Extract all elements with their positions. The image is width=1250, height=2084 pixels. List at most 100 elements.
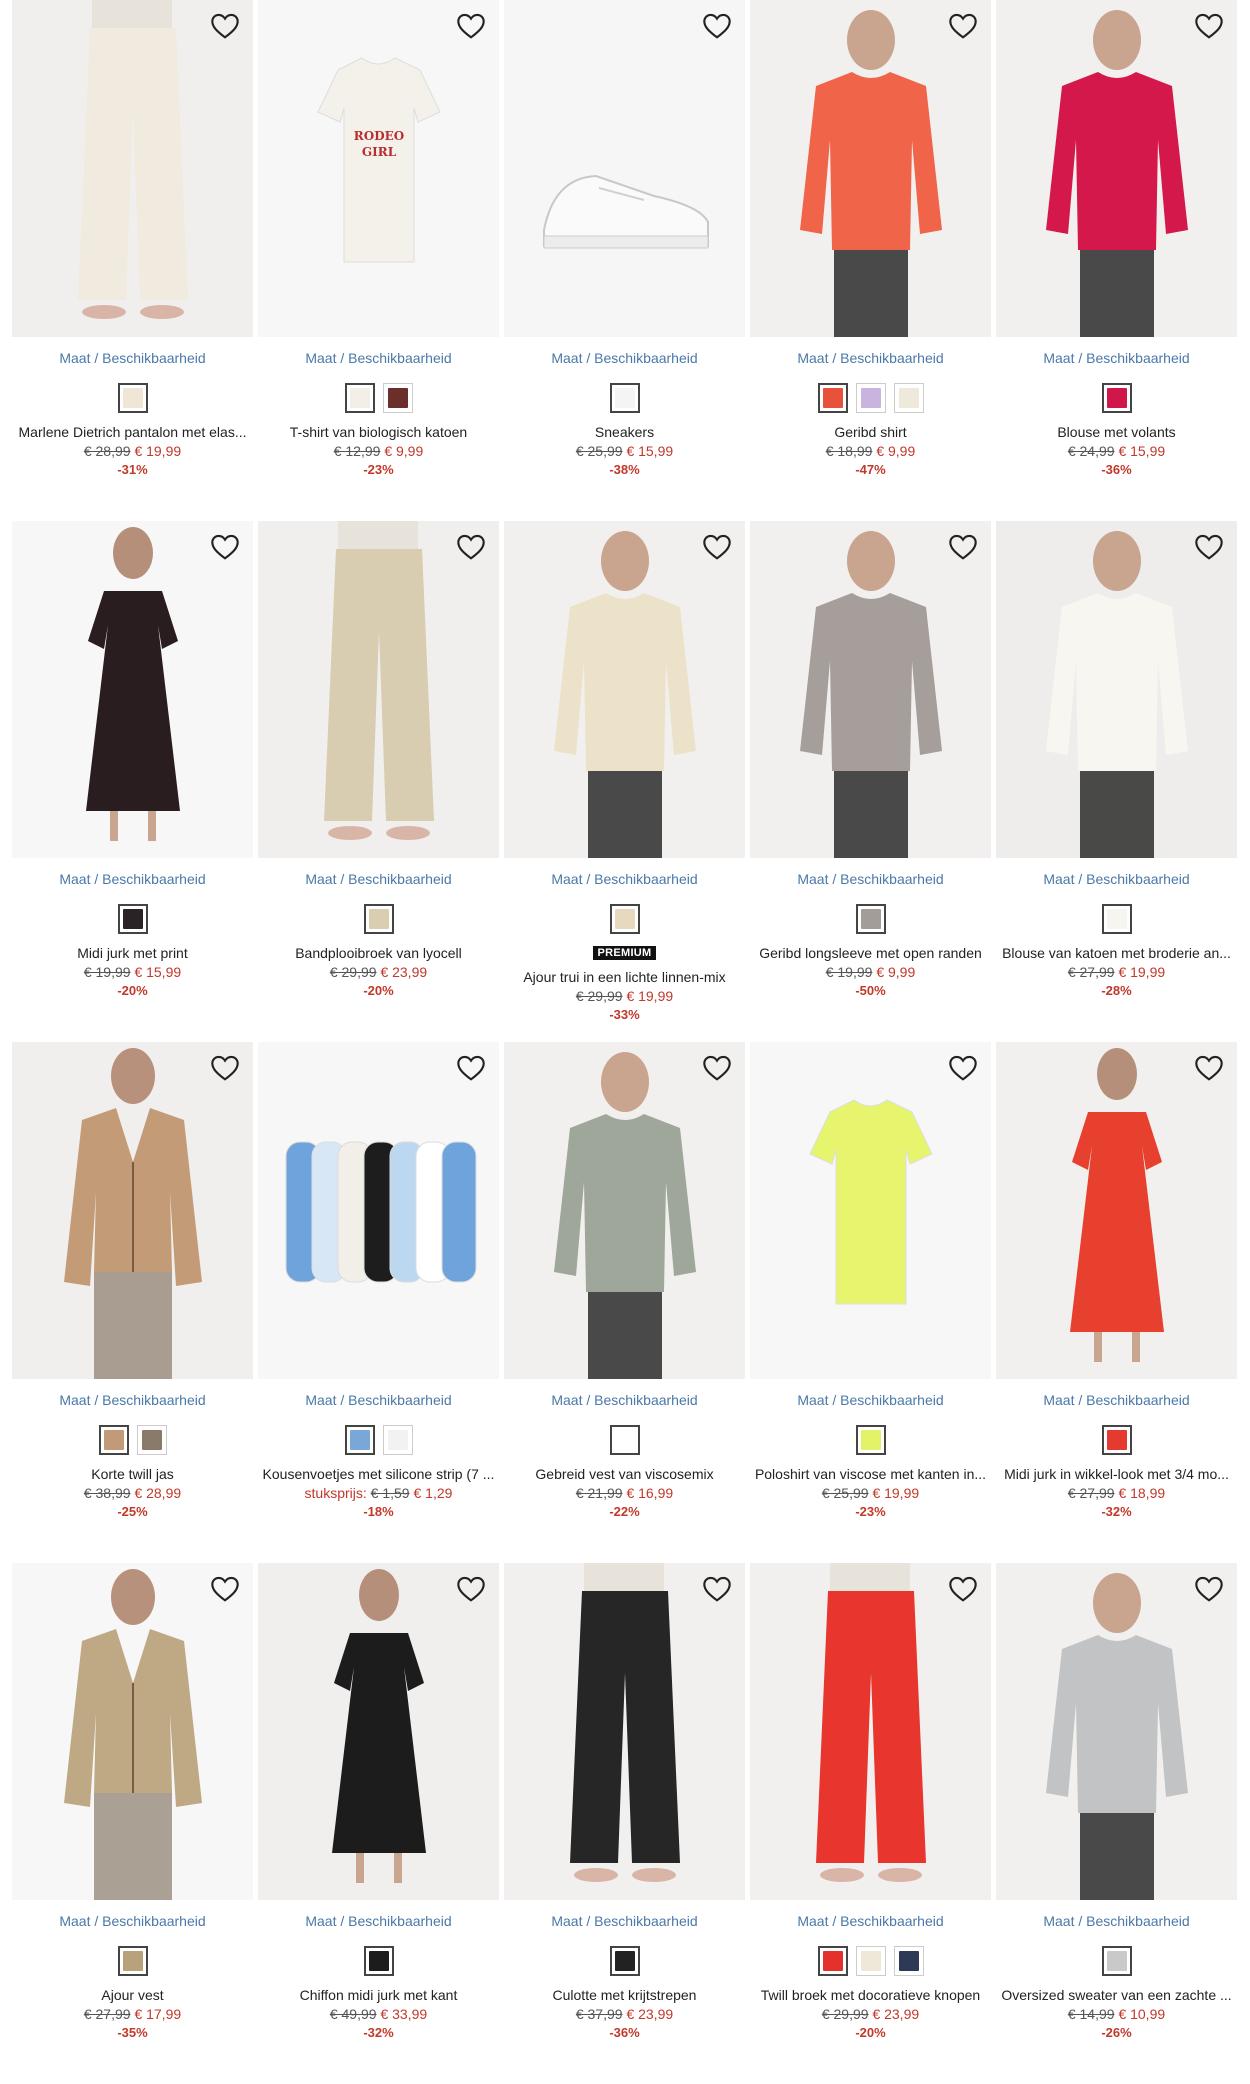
product-title[interactable]: Ajour vest <box>12 1986 253 2004</box>
product-title[interactable]: Korte twill jas <box>12 1465 253 1483</box>
product-title[interactable]: Poloshirt van viscose met kanten in... <box>750 1465 991 1483</box>
color-swatch[interactable] <box>382 383 413 413</box>
product-image[interactable] <box>996 1042 1237 1379</box>
wishlist-heart-icon[interactable] <box>701 1573 733 1605</box>
color-swatch[interactable] <box>609 904 640 934</box>
color-swatch[interactable] <box>855 1946 886 1976</box>
product-card[interactable]: Maat / Beschikbaarheid Marlene Dietrich p… <box>12 0 253 521</box>
wishlist-heart-icon[interactable] <box>1193 1573 1225 1605</box>
product-image[interactable] <box>996 521 1237 858</box>
product-title[interactable]: Geribd shirt <box>750 423 991 441</box>
product-title[interactable]: Sneakers <box>504 423 745 441</box>
size-availability-link[interactable]: Maat / Beschikbaarheid <box>258 870 499 888</box>
product-title[interactable]: Gebreid vest van viscosemix <box>504 1465 745 1483</box>
wishlist-heart-icon[interactable] <box>701 10 733 42</box>
product-image[interactable] <box>750 1042 991 1379</box>
wishlist-heart-icon[interactable] <box>701 531 733 563</box>
size-availability-link[interactable]: Maat / Beschikbaarheid <box>750 1912 991 1930</box>
color-swatch[interactable] <box>1101 1425 1132 1455</box>
product-card[interactable]: RODEO GIRL Maat / Beschikbaarheid T-shirt v… <box>258 0 499 521</box>
size-availability-link[interactable]: Maat / Beschikbaarheid <box>258 1391 499 1409</box>
product-title[interactable]: Marlene Dietrich pantalon met elas... <box>12 423 253 441</box>
product-image[interactable] <box>12 0 253 337</box>
product-card[interactable]: Maat / Beschikbaarheid Chiffon midi jurk … <box>258 1563 499 2084</box>
product-image[interactable] <box>996 1563 1237 1900</box>
size-availability-link[interactable]: Maat / Beschikbaarheid <box>12 349 253 367</box>
size-availability-link[interactable]: Maat / Beschikbaarheid <box>996 870 1237 888</box>
product-image[interactable] <box>258 1563 499 1900</box>
size-availability-link[interactable]: Maat / Beschikbaarheid <box>996 1391 1237 1409</box>
product-image[interactable] <box>750 1563 991 1900</box>
size-availability-link[interactable]: Maat / Beschikbaarheid <box>12 1391 253 1409</box>
product-title[interactable]: Blouse van katoen met broderie an... <box>996 944 1237 962</box>
product-card[interactable]: Maat / Beschikbaarheid Geribd shirt € 18,9… <box>750 0 991 521</box>
wishlist-heart-icon[interactable] <box>947 10 979 42</box>
product-title[interactable]: Ajour trui in een lichte linnen-mix <box>504 968 745 986</box>
product-title[interactable]: Kousenvoetjes met silicone strip (7 ... <box>258 1465 499 1483</box>
product-card[interactable]: Maat / Beschikbaarheid PREMIUM Ajour trui … <box>504 521 745 1042</box>
wishlist-heart-icon[interactable] <box>947 1052 979 1084</box>
color-swatch[interactable] <box>855 904 886 934</box>
wishlist-heart-icon[interactable] <box>947 531 979 563</box>
color-swatch[interactable] <box>893 1946 924 1976</box>
wishlist-heart-icon[interactable] <box>455 1573 487 1605</box>
product-title[interactable]: Twill broek met docoratieve knopen <box>750 1986 991 2004</box>
product-image[interactable] <box>996 0 1237 337</box>
color-swatch[interactable] <box>855 383 886 413</box>
color-swatch[interactable] <box>1101 904 1132 934</box>
color-swatch[interactable] <box>893 383 924 413</box>
wishlist-heart-icon[interactable] <box>455 10 487 42</box>
product-image[interactable] <box>504 521 745 858</box>
product-card[interactable]: Maat / Beschikbaarheid Kousenvoetjes met … <box>258 1042 499 1563</box>
product-title[interactable]: Blouse met volants <box>996 423 1237 441</box>
product-card[interactable]: Maat / Beschikbaarheid Ajour vest € 27,99 … <box>12 1563 253 2084</box>
product-image[interactable] <box>12 521 253 858</box>
color-swatch[interactable] <box>1101 383 1132 413</box>
color-swatch[interactable] <box>117 904 148 934</box>
product-title[interactable]: Chiffon midi jurk met kant <box>258 1986 499 2004</box>
product-title[interactable]: Midi jurk in wikkel-look met 3/4 mo... <box>996 1465 1237 1483</box>
product-title[interactable]: Geribd longsleeve met open randen <box>750 944 991 962</box>
product-image[interactable] <box>12 1563 253 1900</box>
color-swatch[interactable] <box>609 383 640 413</box>
product-card[interactable]: Maat / Beschikbaarheid Geribd longsleeve … <box>750 521 991 1042</box>
color-swatch[interactable] <box>382 1425 413 1455</box>
wishlist-heart-icon[interactable] <box>1193 531 1225 563</box>
product-image[interactable] <box>504 0 745 337</box>
color-swatch[interactable] <box>817 383 848 413</box>
wishlist-heart-icon[interactable] <box>1193 1052 1225 1084</box>
size-availability-link[interactable]: Maat / Beschikbaarheid <box>504 870 745 888</box>
size-availability-link[interactable]: Maat / Beschikbaarheid <box>12 1912 253 1930</box>
product-card[interactable]: Maat / Beschikbaarheid Culotte met krijts… <box>504 1563 745 2084</box>
product-title[interactable]: Bandplooibroek van lyocell <box>258 944 499 962</box>
product-card[interactable]: Maat / Beschikbaarheid Gebreid vest van v… <box>504 1042 745 1563</box>
wishlist-heart-icon[interactable] <box>1193 10 1225 42</box>
color-swatch[interactable] <box>609 1425 640 1455</box>
product-card[interactable]: Maat / Beschikbaarheid Sneakers € 25,99 € … <box>504 0 745 521</box>
product-card[interactable]: Maat / Beschikbaarheid Twill broek met do… <box>750 1563 991 2084</box>
color-swatch[interactable] <box>136 1425 167 1455</box>
wishlist-heart-icon[interactable] <box>455 531 487 563</box>
product-image[interactable] <box>12 1042 253 1379</box>
product-title[interactable]: T-shirt van biologisch katoen <box>258 423 499 441</box>
wishlist-heart-icon[interactable] <box>209 1573 241 1605</box>
color-swatch[interactable] <box>117 1946 148 1976</box>
size-availability-link[interactable]: Maat / Beschikbaarheid <box>750 349 991 367</box>
color-swatch[interactable] <box>609 1946 640 1976</box>
color-swatch[interactable] <box>817 1946 848 1976</box>
wishlist-heart-icon[interactable] <box>947 1573 979 1605</box>
size-availability-link[interactable]: Maat / Beschikbaarheid <box>504 349 745 367</box>
color-swatch[interactable] <box>344 1425 375 1455</box>
size-availability-link[interactable]: Maat / Beschikbaarheid <box>750 870 991 888</box>
product-card[interactable]: Maat / Beschikbaarheid Poloshirt van visc… <box>750 1042 991 1563</box>
product-card[interactable]: Maat / Beschikbaarheid Bandplooibroek van… <box>258 521 499 1042</box>
size-availability-link[interactable]: Maat / Beschikbaarheid <box>504 1912 745 1930</box>
color-swatch[interactable] <box>363 904 394 934</box>
product-card[interactable]: Maat / Beschikbaarheid Midi jurk in wikke… <box>996 1042 1237 1563</box>
wishlist-heart-icon[interactable] <box>455 1052 487 1084</box>
color-swatch[interactable] <box>1101 1946 1132 1976</box>
size-availability-link[interactable]: Maat / Beschikbaarheid <box>504 1391 745 1409</box>
color-swatch[interactable] <box>855 1425 886 1455</box>
product-card[interactable]: Maat / Beschikbaarheid Midi jurk met prin… <box>12 521 253 1042</box>
color-swatch[interactable] <box>344 383 375 413</box>
